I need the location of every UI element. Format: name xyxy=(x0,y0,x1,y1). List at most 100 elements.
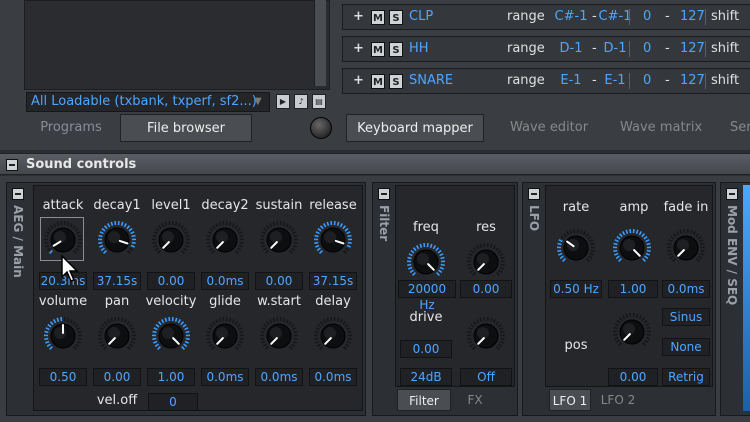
range-low[interactable]: C#-1 xyxy=(553,9,589,24)
pan-value[interactable]: 0.00 xyxy=(93,368,141,386)
volume-knob[interactable] xyxy=(310,117,332,139)
drive-knob[interactable] xyxy=(466,316,506,356)
expand-icon[interactable]: + xyxy=(353,41,365,57)
level1-knob[interactable] xyxy=(151,220,191,260)
filter-slope-select[interactable]: 24dB xyxy=(400,368,452,386)
rate-knob[interactable] xyxy=(556,228,596,268)
freq-value[interactable]: 20000 Hz xyxy=(398,280,456,312)
range-low[interactable]: E-1 xyxy=(553,73,589,88)
mapper-row[interactable]: + M S SNARE range E-1- E-1 0-127 shift xyxy=(342,68,750,94)
range-high[interactable]: D-1 xyxy=(597,41,633,56)
vel-low[interactable]: 0 xyxy=(643,9,651,24)
velocity-value[interactable]: 1.00 xyxy=(147,368,195,386)
tab-keyboard-mapper[interactable]: Keyboard mapper xyxy=(346,114,484,142)
tab-wave-matrix[interactable]: Wave matrix xyxy=(620,114,702,142)
rate-value[interactable]: 0.50 Hz xyxy=(550,280,602,298)
vel-low[interactable]: 0 xyxy=(643,73,651,88)
chevron-down-icon[interactable]: ▼ xyxy=(254,96,262,107)
browser-scrollbar[interactable] xyxy=(314,0,326,86)
amp-knob[interactable] xyxy=(612,228,652,268)
vel-high[interactable]: 127 xyxy=(680,9,705,24)
freq-knob[interactable] xyxy=(406,242,446,282)
tab-programs[interactable]: Programs xyxy=(24,114,118,142)
lfo-sync-select[interactable]: None xyxy=(662,338,710,356)
mute-button[interactable]: M xyxy=(371,10,385,25)
decay1-value[interactable]: 37.15s xyxy=(93,272,141,290)
collapse-icon[interactable] xyxy=(12,188,24,200)
fade-in-label: fade in xyxy=(663,200,709,215)
volume-knob[interactable] xyxy=(43,316,83,356)
pos-knob[interactable] xyxy=(612,312,652,352)
expand-icon[interactable]: + xyxy=(353,9,365,25)
zone-name[interactable]: CLP xyxy=(409,9,433,24)
folder-icon[interactable]: ▤ xyxy=(312,94,326,109)
mapper-row[interactable]: + M S CLP range C#-1- C#-1 0-127 shift xyxy=(342,4,750,30)
sound-controls-body: AEG / Main attack 20.3ms decay1 37.15s level… xyxy=(0,176,750,422)
filter-mode-select[interactable]: Off xyxy=(460,368,512,386)
tab-file-browser[interactable]: File browser xyxy=(120,114,252,142)
sustain-knob[interactable] xyxy=(259,220,299,260)
mute-button[interactable]: M xyxy=(371,42,385,57)
pos-value[interactable]: 0.00 xyxy=(608,368,658,386)
vel-high[interactable]: 127 xyxy=(680,73,705,88)
separator xyxy=(705,73,706,89)
decay1-knob[interactable] xyxy=(97,220,137,260)
zone-name[interactable]: SNARE xyxy=(409,73,453,88)
volume-value[interactable]: 0.50 xyxy=(39,368,87,386)
delay-knob[interactable] xyxy=(313,316,353,356)
tab-lfo-2[interactable]: LFO 2 xyxy=(597,389,639,411)
lfo-retrig-select[interactable]: Retrig xyxy=(662,368,710,386)
pan-knob[interactable] xyxy=(97,316,137,356)
file-browser-list[interactable] xyxy=(24,0,330,90)
sustain-value[interactable]: 0.00 xyxy=(255,272,303,290)
lfo-title: LFO xyxy=(527,205,541,232)
range-low[interactable]: D-1 xyxy=(553,41,589,56)
collapse-icon[interactable] xyxy=(378,188,390,200)
solo-button[interactable]: S xyxy=(389,74,403,89)
w.start-knob[interactable] xyxy=(259,316,299,356)
level1-value[interactable]: 0.00 xyxy=(147,272,195,290)
tab-lfo-1[interactable]: LFO 1 xyxy=(549,389,591,411)
zone-name[interactable]: HH xyxy=(409,41,429,56)
range-high[interactable]: C#-1 xyxy=(597,9,633,24)
expand-icon[interactable]: + xyxy=(353,73,365,89)
glide-value[interactable]: 0.0ms xyxy=(201,368,249,386)
drive-value[interactable]: 0.00 xyxy=(400,340,452,358)
tab-filter[interactable]: Filter xyxy=(397,389,451,411)
tab-wave-editor[interactable]: Wave editor xyxy=(510,114,588,142)
w.start-value[interactable]: 0.0ms xyxy=(255,368,303,386)
solo-button[interactable]: S xyxy=(389,42,403,57)
tab-more[interactable]: Ser xyxy=(730,114,750,142)
res-knob[interactable] xyxy=(466,242,506,282)
fade-in-knob[interactable] xyxy=(666,228,706,268)
decay2-value[interactable]: 0.0ms xyxy=(201,272,249,290)
vel-high[interactable]: 127 xyxy=(680,41,705,56)
delay-value[interactable]: 0.0ms xyxy=(309,368,357,386)
release-value[interactable]: 37.15s xyxy=(309,272,357,290)
release-knob[interactable] xyxy=(313,220,353,260)
res-value[interactable]: 0.00 xyxy=(460,280,512,298)
amp-value[interactable]: 1.00 xyxy=(608,280,658,298)
play-icon[interactable]: ▶ xyxy=(276,94,290,109)
release-label: release xyxy=(309,198,357,213)
mute-button[interactable]: M xyxy=(371,74,385,89)
velocity-knob[interactable] xyxy=(151,316,191,356)
solo-button[interactable]: S xyxy=(389,10,403,25)
speaker-icon[interactable]: ♪ xyxy=(294,94,308,109)
fade-in-value[interactable]: 0.0ms xyxy=(662,280,710,298)
mapper-row[interactable]: + M S HH range D-1- D-1 0-127 shift xyxy=(342,36,750,62)
glide-knob[interactable] xyxy=(205,316,245,356)
decay2-knob[interactable] xyxy=(205,220,245,260)
loadable-filter-select[interactable]: All Loadable (txbank, txperf, sf2...) xyxy=(26,92,270,112)
separator xyxy=(629,41,630,57)
filter-panel: Filter freq 20000 Hz res 0.00 drive 0.00 24dB O… xyxy=(372,182,518,416)
vel-low[interactable]: 0 xyxy=(643,41,651,56)
range-high[interactable]: E-1 xyxy=(597,73,633,88)
tab-fx[interactable]: FX xyxy=(455,389,495,411)
vel-off-value[interactable]: 0 xyxy=(148,393,198,411)
collapse-icon[interactable] xyxy=(528,188,540,200)
lfo-wave-select[interactable]: Sinus xyxy=(662,308,710,326)
mod-env-display[interactable] xyxy=(743,185,750,411)
collapse-icon[interactable] xyxy=(6,159,18,171)
collapse-icon[interactable] xyxy=(726,188,738,200)
